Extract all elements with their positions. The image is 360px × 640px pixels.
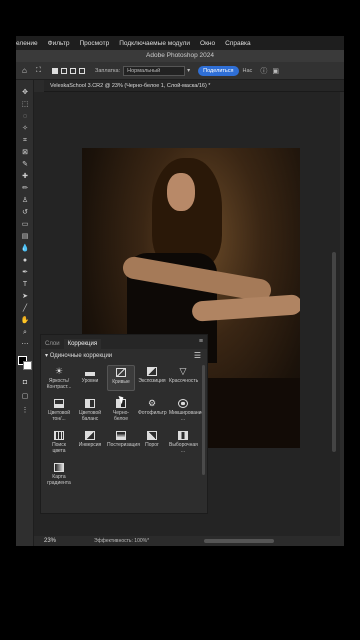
tools-panel: ✥ ⬚ ◌ ✧ ⌗ ⊠ ✎ ✚ ✏ ♙ ↺ ▭ ▤ 💧 ● ✒ T ➤ ╱ ✋ … (16, 80, 34, 546)
options-bar: ⌂ ⛶ Заплатка: Нормальный ▾ Поделиться На… (16, 62, 344, 80)
hand-tool-icon[interactable]: ✋ (20, 316, 30, 325)
crop-tool-icon[interactable]: ⌗ (20, 136, 30, 145)
adj-hue-saturation[interactable]: Цветовой тон/... (45, 399, 73, 422)
tab-adjustments[interactable]: Коррекция (63, 339, 102, 349)
chevron-down-icon[interactable]: ▾ (187, 67, 190, 74)
panel-menu-icon[interactable]: ≡ (199, 338, 203, 345)
add-selection-icon[interactable] (61, 67, 67, 74)
exposure-icon (147, 367, 157, 376)
image-face (167, 173, 195, 211)
photo-filter-icon: ⚙ (147, 398, 157, 408)
intersect-selection-icon[interactable] (79, 67, 85, 74)
history-brush-icon[interactable]: ↺ (20, 208, 30, 217)
adj-color-lookup[interactable]: Поиск цвета (45, 431, 73, 454)
vibrance-icon: ▽ (179, 366, 187, 376)
adj-threshold[interactable]: Порог (138, 431, 166, 448)
frame-tool-icon[interactable]: ⊠ (20, 148, 30, 157)
mode-dropdown[interactable]: Нормальный (123, 65, 186, 76)
menu-item-filter[interactable]: Фильтр (48, 40, 70, 47)
section-title: Одиночные коррекции (49, 353, 113, 359)
adj-vibrance[interactable]: ▽ Красочность (169, 366, 198, 385)
type-tool-icon[interactable]: T (20, 280, 30, 289)
layout-icon[interactable]: ▣ (272, 67, 279, 75)
selection-modes (52, 67, 85, 74)
adj-color-balance[interactable]: Цветовой баланс (76, 399, 104, 422)
menu-item-window[interactable]: Окно (200, 40, 215, 47)
home-icon[interactable]: ⌂ (22, 66, 30, 75)
document-tab[interactable]: VeleskaSchool 3.CR2 @ 23% (Черно-белое 1… (44, 80, 344, 92)
dodge-tool-icon[interactable]: ● (20, 256, 30, 265)
list-view-icon[interactable]: ☰ (194, 349, 201, 363)
brush-tool-icon[interactable]: ✏ (20, 184, 30, 193)
zoom-level[interactable]: 23% (44, 536, 56, 546)
vertical-scrollbar[interactable] (332, 252, 336, 452)
selective-icon (178, 431, 188, 440)
pen-tool-icon[interactable]: ✒ (20, 268, 30, 277)
blur-tool-icon[interactable]: 💧 (20, 244, 30, 253)
adjustments-panel: Слои Коррекция ≡ ▾ Одиночные коррекции ☰… (40, 334, 208, 514)
eyedropper-icon[interactable]: ✎ (20, 160, 30, 169)
mixer-icon (178, 399, 188, 408)
share-button[interactable]: Поделиться (198, 65, 239, 76)
panel-tabs: Слои Коррекция ≡ (41, 335, 207, 349)
lasso-tool-icon[interactable]: ◌ (20, 112, 30, 121)
hue-icon (54, 399, 64, 408)
adj-levels[interactable]: Уровни (76, 367, 104, 384)
edit-toolbar-icon[interactable]: ⋮ (20, 406, 30, 415)
panel-scrollbar[interactable] (202, 365, 205, 475)
threshold-icon (147, 431, 157, 440)
adj-channel-mixer[interactable]: Микширование ... (169, 399, 204, 422)
gradient-tool-icon[interactable]: ▤ (20, 232, 30, 241)
healing-brush-icon[interactable]: ✚ (20, 172, 30, 181)
adj-invert[interactable]: Инверсия (76, 431, 104, 448)
eraser-icon[interactable]: ▭ (20, 220, 30, 229)
adj-exposure[interactable]: Экспозиция (138, 367, 166, 384)
adj-photo-filter[interactable]: ⚙ Фотофильтр (138, 398, 167, 417)
quick-mask-icon[interactable]: ◘ (20, 378, 30, 387)
adj-gradient-map[interactable]: Карта градиента (45, 463, 73, 486)
horizontal-scrollbar[interactable] (204, 539, 274, 543)
adj-selective-color[interactable]: Выборочная ... (169, 431, 198, 454)
adj-curves[interactable]: Кривые (107, 365, 135, 391)
balance-icon (85, 399, 95, 408)
subtract-selection-icon[interactable] (70, 67, 76, 74)
menu-item-help[interactable]: Справка (225, 40, 251, 47)
menu-item-view[interactable]: Просмотр (80, 40, 110, 47)
efficiency-status[interactable]: Эффективность: 100%* (94, 536, 149, 546)
more-tools-icon[interactable]: ⋯ (20, 340, 30, 349)
status-bar: 23% Эффективность: 100%* (34, 536, 344, 546)
clone-stamp-icon[interactable]: ♙ (20, 196, 30, 205)
menu-item-image[interactable]: еление (16, 40, 38, 47)
sun-icon: ☀ (54, 366, 64, 376)
curves-icon (116, 368, 126, 377)
tab-layers[interactable]: Слои (41, 339, 64, 349)
screen-mode-icon[interactable]: ▢ (20, 392, 30, 401)
lookup-icon (54, 431, 64, 440)
move-tool-icon[interactable]: ✥ (20, 88, 30, 97)
magic-wand-icon[interactable]: ✧ (20, 124, 30, 133)
collapse-chevron-icon[interactable]: ▾ (45, 353, 48, 359)
posterize-icon (116, 431, 126, 440)
invert-icon (85, 431, 95, 440)
menu-bar: еление Фильтр Просмотр Подключаемые моду… (16, 36, 344, 50)
marquee-tool-icon[interactable]: ⬚ (20, 100, 30, 109)
adj-posterize[interactable]: Постеризация (107, 431, 140, 448)
path-select-icon[interactable]: ➤ (20, 292, 30, 301)
help-icon[interactable]: ⓘ (260, 66, 267, 76)
section-header[interactable]: ▾ Одиночные коррекции ☰ (41, 349, 207, 363)
fill-label: Заплатка: (95, 67, 121, 74)
levels-icon (85, 367, 95, 376)
background-color-swatch[interactable] (23, 361, 32, 370)
adj-brightness-contrast[interactable]: ☀ Яркость/ Контраст... (45, 366, 73, 391)
zoom-tool-icon[interactable]: ⌕ (20, 328, 30, 337)
patch-tool-icon[interactable]: ⛶ (36, 67, 44, 75)
gradient-map-icon (54, 463, 64, 472)
menu-item-plugins[interactable]: Подключаемые модули (119, 40, 190, 47)
line-tool-icon[interactable]: ╱ (20, 304, 30, 313)
app-title: Adobe Photoshop 2024 (16, 50, 344, 62)
new-selection-icon[interactable] (52, 67, 58, 74)
extra-label[interactable]: Нас (243, 68, 253, 74)
